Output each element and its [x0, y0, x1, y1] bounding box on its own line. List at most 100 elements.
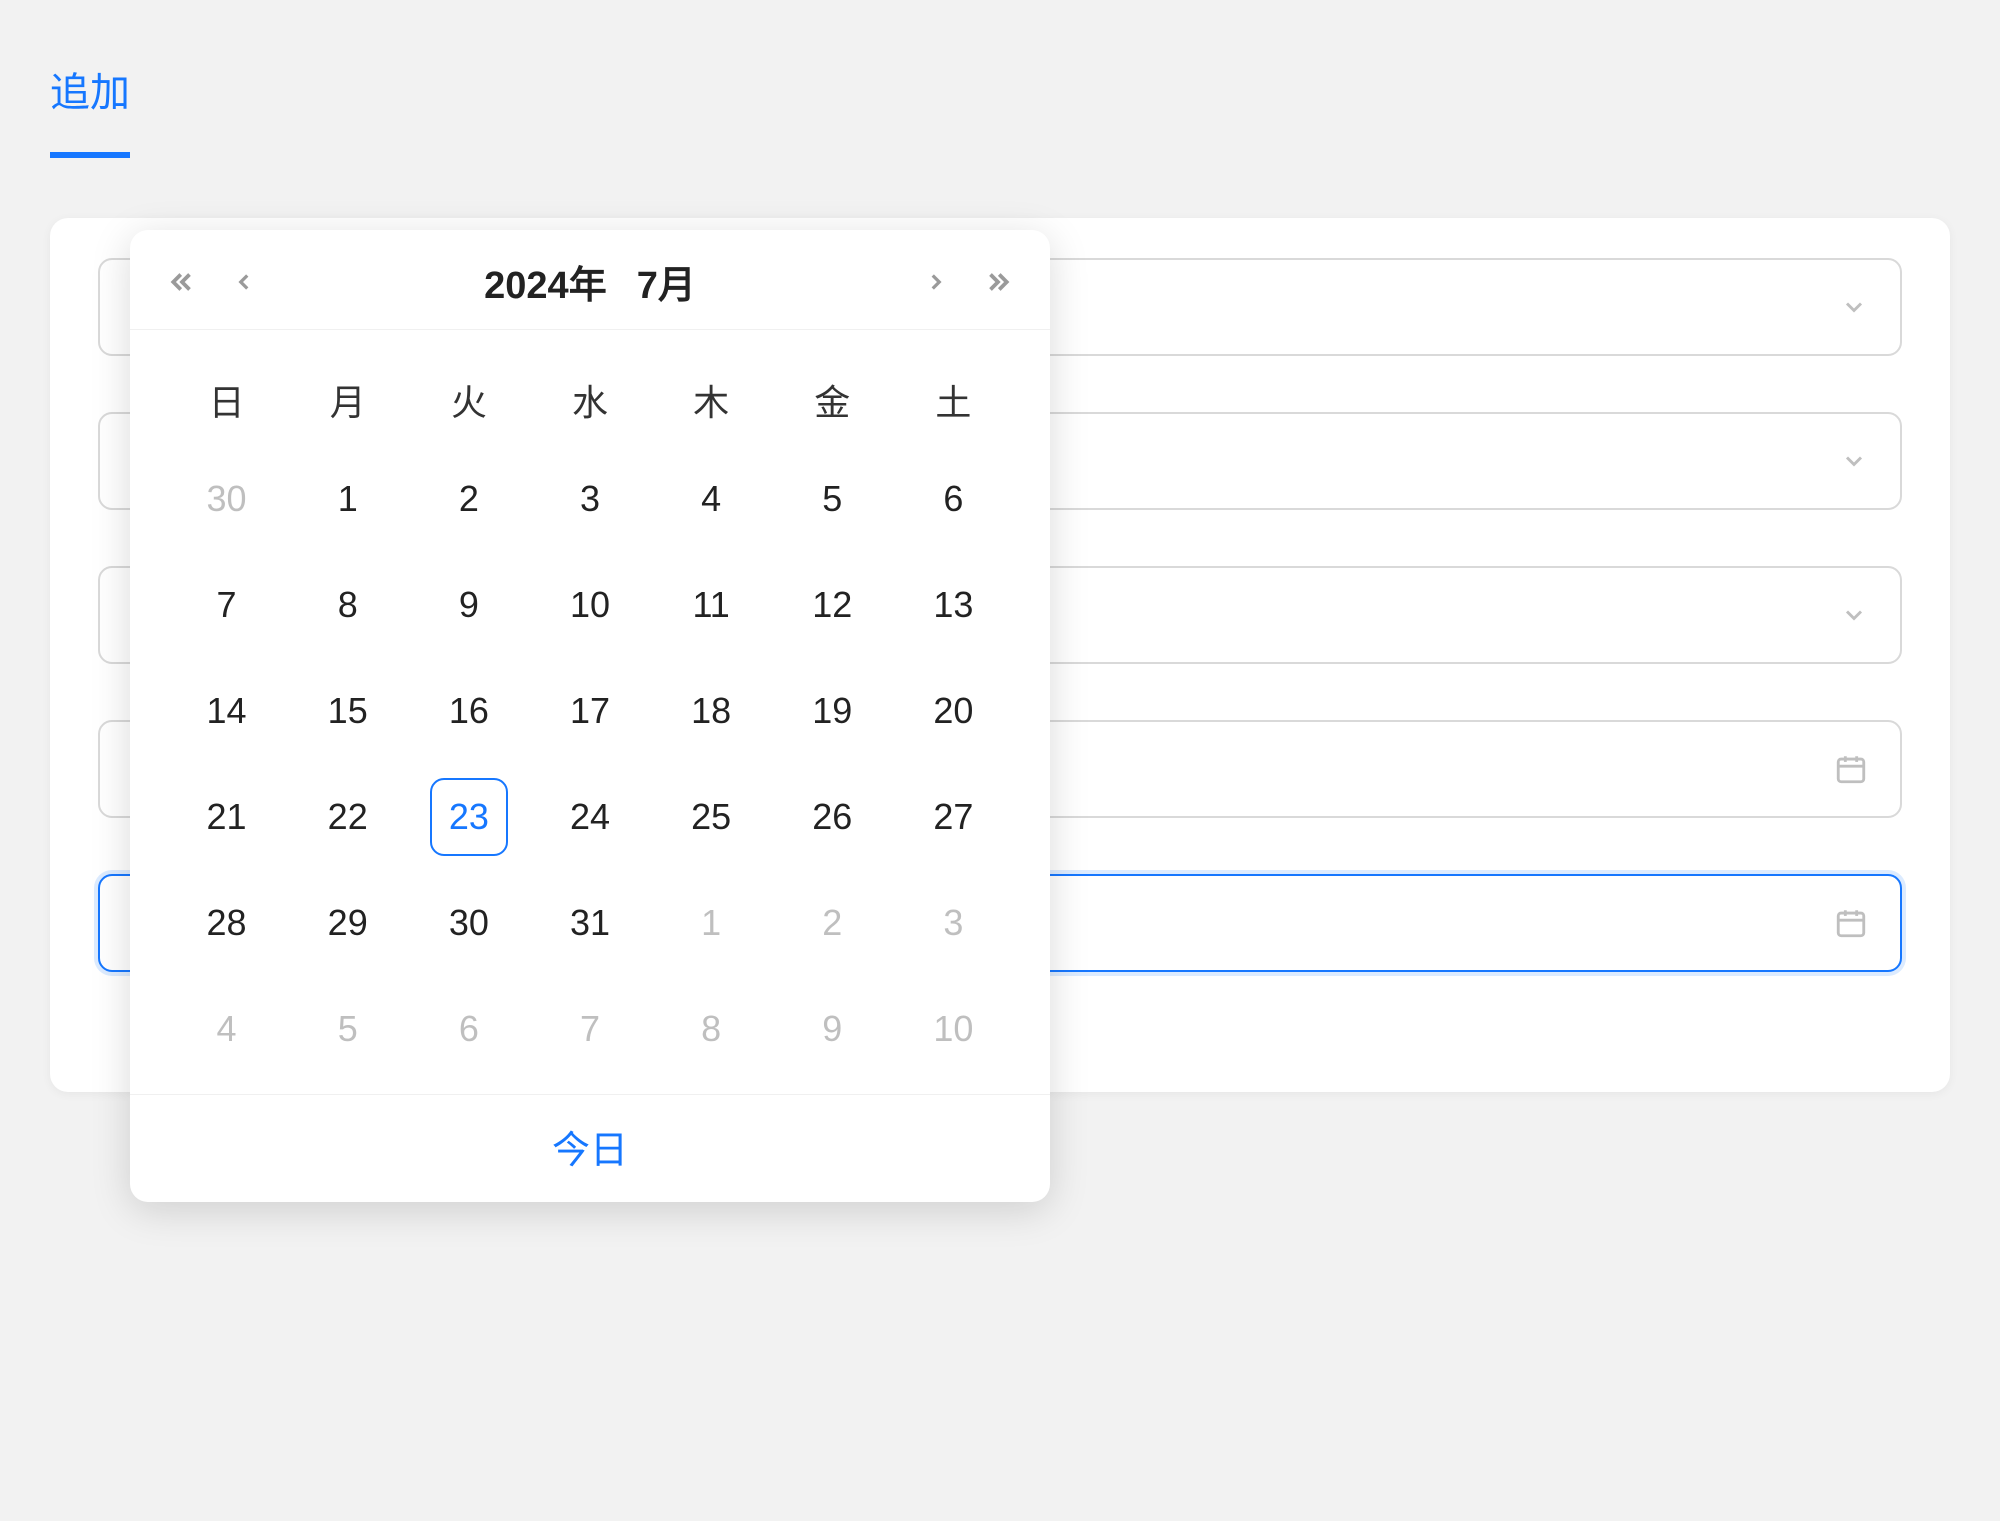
calendar-day[interactable]: 16	[408, 658, 529, 764]
calendar-day-label: 30	[188, 460, 266, 538]
calendar-day-header: 火	[408, 354, 529, 446]
calendar-day-label: 31	[551, 884, 629, 962]
calendar-day[interactable]: 23	[408, 764, 529, 870]
calendar-day-header: 月	[287, 354, 408, 446]
calendar-day-label: 14	[188, 672, 266, 750]
calendar-day-label: 27	[914, 778, 992, 856]
calendar-day[interactable]: 20	[893, 658, 1014, 764]
calendar-day-label: 13	[914, 566, 992, 644]
calendar-day-label: 11	[672, 566, 750, 644]
calendar-day[interactable]: 31	[529, 870, 650, 976]
calendar-day-label: 26	[793, 778, 871, 856]
calendar-day-header: 金	[772, 354, 893, 446]
calendar-day[interactable]: 28	[166, 870, 287, 976]
calendar-day-label: 21	[188, 778, 266, 856]
calendar-day[interactable]: 9	[408, 552, 529, 658]
tab-add[interactable]: 追加	[50, 50, 130, 158]
calendar-day[interactable]: 4	[651, 446, 772, 552]
calendar-day[interactable]: 7	[529, 976, 650, 1082]
calendar-day-label: 7	[551, 990, 629, 1068]
calendar-day[interactable]: 24	[529, 764, 650, 870]
prev-year-button[interactable]	[164, 264, 200, 300]
calendar-day[interactable]: 5	[772, 446, 893, 552]
calendar-day-header: 土	[893, 354, 1014, 446]
calendar-day[interactable]: 2	[772, 870, 893, 976]
next-year-button[interactable]	[980, 264, 1016, 300]
calendar-day[interactable]: 14	[166, 658, 287, 764]
calendar-day-label: 4	[672, 460, 750, 538]
calendar-day[interactable]: 3	[893, 870, 1014, 976]
calendar-day[interactable]: 1	[651, 870, 772, 976]
calendar-day[interactable]: 25	[651, 764, 772, 870]
calendar-day-label: 1	[309, 460, 387, 538]
calendar-header: 2024年 7月	[130, 230, 1050, 330]
calendar-day[interactable]: 3	[529, 446, 650, 552]
calendar-day[interactable]: 5	[287, 976, 408, 1082]
calendar-day-header: 日	[166, 354, 287, 446]
calendar-icon	[1834, 752, 1868, 786]
calendar-day-label: 23	[430, 778, 508, 856]
calendar-day-label: 5	[793, 460, 871, 538]
chevron-down-icon	[1840, 447, 1868, 475]
calendar-day-label: 6	[430, 990, 508, 1068]
calendar-day[interactable]: 4	[166, 976, 287, 1082]
calendar-day[interactable]: 9	[772, 976, 893, 1082]
calendar-day-label: 7	[188, 566, 266, 644]
calendar-day-label: 10	[551, 566, 629, 644]
calendar-day[interactable]: 8	[287, 552, 408, 658]
calendar-icon	[1834, 906, 1868, 940]
calendar-day-label: 9	[430, 566, 508, 644]
calendar-day-header: 木	[651, 354, 772, 446]
calendar-day[interactable]: 13	[893, 552, 1014, 658]
calendar-day-label: 2	[430, 460, 508, 538]
calendar-title: 2024年 7月	[484, 254, 696, 309]
calendar-day[interactable]: 6	[893, 446, 1014, 552]
calendar-day[interactable]: 30	[408, 870, 529, 976]
calendar-day[interactable]: 18	[651, 658, 772, 764]
calendar-day-label: 8	[309, 566, 387, 644]
calendar-year-button[interactable]: 2024年	[484, 254, 607, 309]
calendar-day[interactable]: 12	[772, 552, 893, 658]
calendar-day-label: 16	[430, 672, 508, 750]
calendar-day-label: 2	[793, 884, 871, 962]
calendar-day[interactable]: 17	[529, 658, 650, 764]
calendar-day[interactable]: 8	[651, 976, 772, 1082]
calendar-day-label: 22	[309, 778, 387, 856]
calendar-day-label: 17	[551, 672, 629, 750]
prev-month-button[interactable]	[226, 264, 262, 300]
calendar-day[interactable]: 29	[287, 870, 408, 976]
today-button[interactable]: 今日	[552, 1130, 628, 1172]
calendar-day[interactable]: 6	[408, 976, 529, 1082]
calendar-day[interactable]: 30	[166, 446, 287, 552]
calendar-day-label: 5	[309, 990, 387, 1068]
calendar-month-button[interactable]: 7月	[637, 254, 696, 309]
calendar-day[interactable]: 7	[166, 552, 287, 658]
calendar-day-label: 1	[672, 884, 750, 962]
calendar-day-label: 20	[914, 672, 992, 750]
next-month-button[interactable]	[918, 264, 954, 300]
calendar-day[interactable]: 21	[166, 764, 287, 870]
calendar-day-label: 12	[793, 566, 871, 644]
calendar-day-label: 9	[793, 990, 871, 1068]
calendar-day[interactable]: 22	[287, 764, 408, 870]
calendar-day-label: 19	[793, 672, 871, 750]
calendar-day-label: 8	[672, 990, 750, 1068]
calendar-day[interactable]: 26	[772, 764, 893, 870]
calendar-day[interactable]: 11	[651, 552, 772, 658]
calendar-day-label: 6	[914, 460, 992, 538]
calendar-day-label: 24	[551, 778, 629, 856]
calendar-day[interactable]: 27	[893, 764, 1014, 870]
calendar-day-header: 水	[529, 354, 650, 446]
calendar-day-label: 10	[914, 990, 992, 1068]
calendar-day[interactable]: 10	[893, 976, 1014, 1082]
calendar-day-label: 18	[672, 672, 750, 750]
calendar-day[interactable]: 10	[529, 552, 650, 658]
calendar-day[interactable]: 1	[287, 446, 408, 552]
calendar-day-label: 30	[430, 884, 508, 962]
chevron-down-icon	[1840, 293, 1868, 321]
calendar-day[interactable]: 15	[287, 658, 408, 764]
calendar-day[interactable]: 19	[772, 658, 893, 764]
calendar-day-label: 4	[188, 990, 266, 1068]
calendar-grid: 日月火水木金土 30123456789101112131415161718192…	[130, 330, 1050, 1094]
calendar-day[interactable]: 2	[408, 446, 529, 552]
